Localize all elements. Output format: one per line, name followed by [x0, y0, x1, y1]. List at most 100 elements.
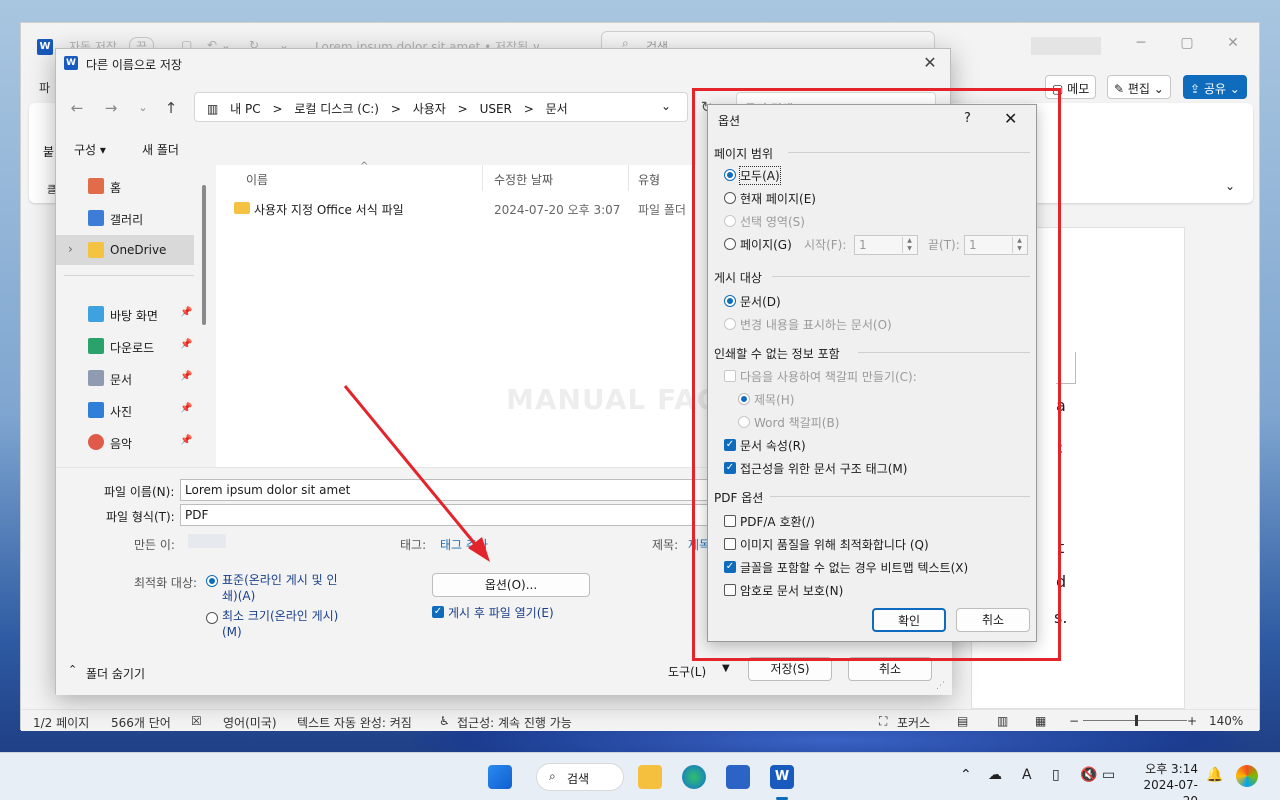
zoom-out-icon[interactable]: −	[1069, 714, 1079, 728]
ime-indicator[interactable]: A	[1022, 767, 1032, 783]
copilot-icon[interactable]	[1236, 765, 1258, 787]
new-folder-button[interactable]: 새 폴더	[142, 141, 179, 158]
nav-item-gallery[interactable]: 갤러리	[56, 203, 194, 233]
optimize-min-label[interactable]: 최소 크기(온라인 게시)(M)	[222, 608, 346, 640]
edit-label: 편집	[1127, 82, 1150, 96]
address-bar[interactable]: ▥ 내 PC > 로컬 디스크 (C:) > 사용자 > USER > 문서 ⌄	[194, 92, 688, 122]
status-accessibility[interactable]: 접근성: 계속 진행 가능	[457, 714, 572, 731]
author-value[interactable]	[188, 534, 226, 548]
file-tab[interactable]: 파	[39, 79, 50, 96]
ribbon-collapse-icon[interactable]: ⌄	[1225, 179, 1235, 193]
file-row[interactable]: 사용자 지정 Office 서식 파일 2024-07-20 오후 3:07 파…	[232, 199, 692, 223]
breadcrumb-item[interactable]: 사용자	[413, 102, 446, 116]
zoom-level[interactable]: 140%	[1209, 714, 1243, 728]
home-icon	[88, 178, 104, 194]
focus-icon[interactable]: ⛶	[879, 714, 887, 729]
edit-button[interactable]: ✎ 편집 ⌄	[1107, 75, 1171, 99]
ribbon-paste-partial[interactable]: 붙	[43, 143, 54, 160]
battery-icon[interactable]: ▭	[1102, 767, 1115, 783]
forward-arrow-icon[interactable]: →	[100, 97, 122, 119]
status-language[interactable]: 영어(미국)	[223, 714, 277, 731]
tools-menu[interactable]: 도구(L)	[668, 663, 706, 680]
nav-item-documents[interactable]: 문서 📌	[56, 363, 194, 393]
nav-item-pictures[interactable]: 사진 📌	[56, 395, 194, 425]
tools-dropdown-icon[interactable]: ▼	[722, 663, 730, 674]
organize-menu[interactable]: 구성 ▾	[74, 141, 106, 158]
nav-item-desktop[interactable]: 바탕 화면 📌	[56, 299, 194, 329]
word-document-icon: W	[64, 56, 78, 70]
web-layout-icon[interactable]: ▦	[1035, 714, 1046, 728]
breadcrumb-item[interactable]: 문서	[546, 102, 568, 116]
optimize-min-radio[interactable]	[206, 612, 218, 624]
nav-item-home[interactable]: 홈	[56, 171, 194, 201]
status-autocomplete[interactable]: 텍스트 자동 완성: 켜짐	[297, 714, 412, 731]
edge-icon[interactable]	[682, 765, 706, 789]
account-avatar[interactable]	[1031, 37, 1101, 55]
accessibility-icon[interactable]: ♿	[439, 714, 450, 728]
resize-grip-icon[interactable]: ⋰	[936, 681, 945, 691]
nav-item-downloads[interactable]: 다운로드 📌	[56, 331, 194, 361]
optimize-standard-label[interactable]: 표준(온라인 게시 및 인쇄)(A)	[222, 572, 346, 604]
chevron-up-icon[interactable]: ⌃	[960, 767, 972, 783]
cloud-offline-icon[interactable]: ☁	[988, 767, 1002, 783]
pin-icon[interactable]: 📌	[180, 403, 192, 414]
hide-folders-button[interactable]: 폴더 숨기기	[86, 665, 145, 682]
breadcrumb-item[interactable]: 로컬 디스크 (C:)	[294, 102, 379, 116]
search-icon: ⌕	[549, 769, 556, 783]
status-focus[interactable]: 포커스	[897, 714, 930, 731]
chevron-up-icon[interactable]: ⌃	[68, 663, 77, 676]
notification-bell-icon[interactable]: 🔔	[1206, 767, 1223, 783]
nav-pane-scrollbar[interactable]	[202, 185, 206, 325]
filetype-select[interactable]: PDF	[180, 504, 720, 526]
status-page[interactable]: 1/2 페이지	[33, 714, 89, 731]
print-layout-icon[interactable]: ▥	[997, 714, 1008, 728]
options-button[interactable]: 옵션(O)...	[432, 573, 590, 597]
store-icon[interactable]	[726, 765, 750, 789]
read-mode-icon[interactable]: ▤	[957, 714, 968, 728]
column-divider	[482, 165, 483, 191]
maximize-icon[interactable]: ▢	[1173, 35, 1201, 55]
zoom-slider-thumb[interactable]	[1135, 715, 1138, 726]
phone-link-icon[interactable]: ▯	[1052, 767, 1060, 783]
pin-icon[interactable]: 📌	[180, 339, 192, 350]
pin-icon[interactable]: 📌	[180, 435, 192, 446]
clock[interactable]: 오후 3:14 2024-07-20	[1132, 761, 1198, 800]
column-name[interactable]: 이름	[246, 171, 268, 188]
minimize-icon[interactable]: ─	[1127, 35, 1155, 55]
open-after-label[interactable]: 게시 후 파일 열기(E)	[448, 604, 554, 621]
nav-divider	[64, 275, 194, 276]
back-arrow-icon[interactable]: ←	[66, 97, 88, 119]
filename-input[interactable]: Lorem ipsum dolor sit amet	[180, 479, 720, 501]
proofing-icon[interactable]: ☒	[191, 714, 202, 728]
file-list[interactable]: ^ 이름 수정한 날짜 유형 사용자 지정 Office 서식 파일 2024-…	[216, 161, 696, 467]
clock-date: 2024-07-20	[1143, 778, 1198, 800]
status-words[interactable]: 566개 단어	[111, 714, 171, 731]
annotation-highlight-box	[692, 88, 1061, 661]
up-arrow-icon[interactable]: ↑	[160, 97, 182, 119]
column-modified[interactable]: 수정한 날짜	[494, 171, 553, 188]
pin-icon[interactable]: 📌	[180, 371, 192, 382]
nav-label: 갤러리	[110, 213, 144, 227]
close-icon[interactable]: ✕	[1219, 35, 1247, 55]
nav-item-onedrive[interactable]: › OneDrive	[56, 235, 194, 265]
column-type[interactable]: 유형	[638, 171, 660, 188]
start-icon[interactable]	[488, 765, 512, 789]
breadcrumb-item[interactable]: USER	[480, 102, 512, 116]
tags-input[interactable]: 태그 추가	[440, 536, 488, 553]
optimize-standard-radio[interactable]	[206, 575, 218, 587]
nav-item-music[interactable]: 음악 📌	[56, 427, 194, 457]
share-button[interactable]: ⇪ 공유 ⌄	[1183, 75, 1247, 99]
volume-icon[interactable]: 🔇	[1080, 767, 1097, 783]
zoom-in-icon[interactable]: +	[1187, 714, 1197, 728]
file-explorer-icon[interactable]	[638, 765, 662, 789]
author-label: 만든 이:	[134, 538, 175, 552]
address-dropdown-icon[interactable]: ⌄	[661, 99, 671, 113]
save-as-close-icon[interactable]: ✕	[916, 51, 944, 75]
taskbar-search[interactable]: ⌕ 검색	[536, 763, 624, 791]
recent-locations-icon[interactable]: ⌄	[132, 97, 154, 119]
word-taskbar-icon[interactable]: W	[770, 765, 794, 789]
expand-chevron-icon[interactable]: ›	[68, 242, 73, 256]
pin-icon[interactable]: 📌	[180, 307, 192, 318]
breadcrumb-item[interactable]: 내 PC	[230, 102, 260, 116]
open-after-checkbox[interactable]: ✓	[432, 606, 444, 618]
